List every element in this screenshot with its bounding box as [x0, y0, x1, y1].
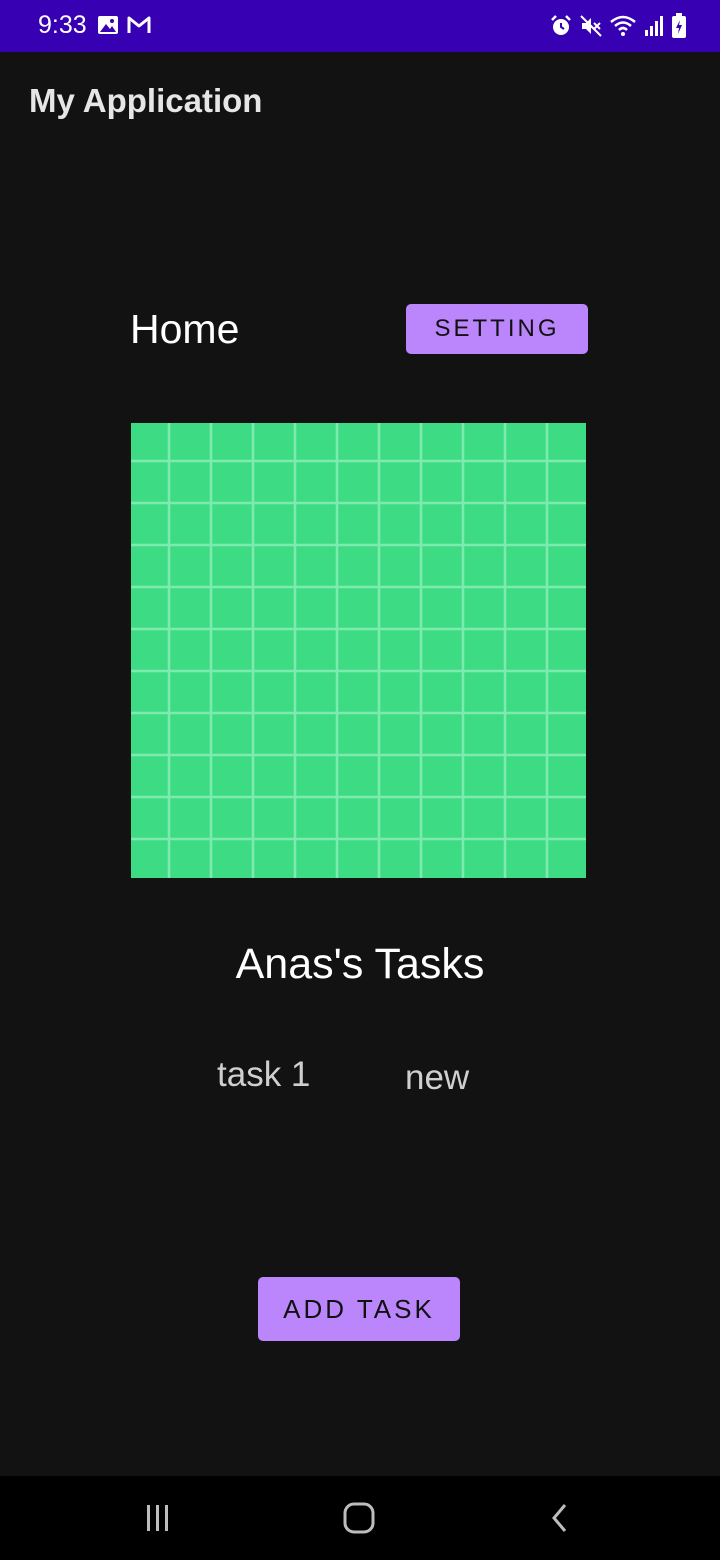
setting-button[interactable]: SETTING — [406, 304, 588, 354]
home-icon[interactable] — [309, 1476, 409, 1560]
navigation-bar — [0, 1476, 720, 1560]
recents-icon[interactable] — [108, 1476, 208, 1560]
alarm-icon — [549, 14, 573, 43]
status-time: 9:33 — [38, 11, 87, 39]
task-name[interactable]: task 1 — [217, 1055, 310, 1095]
back-icon[interactable] — [510, 1476, 610, 1560]
task-status: new — [405, 1058, 470, 1097]
status-bar: 9:33 — [0, 0, 720, 52]
tasks-title: Anas's Tasks — [235, 940, 485, 988]
add-task-button[interactable]: ADD TASK — [258, 1277, 460, 1341]
image-icon — [97, 14, 119, 41]
mute-icon — [579, 14, 603, 43]
app-title: My Application — [29, 82, 263, 119]
battery-charging-icon — [671, 13, 687, 44]
grid-image — [131, 423, 586, 878]
wifi-icon — [609, 14, 637, 43]
signal-icon — [643, 14, 665, 43]
gmail-icon — [127, 14, 151, 41]
page-title: Home — [130, 306, 240, 352]
